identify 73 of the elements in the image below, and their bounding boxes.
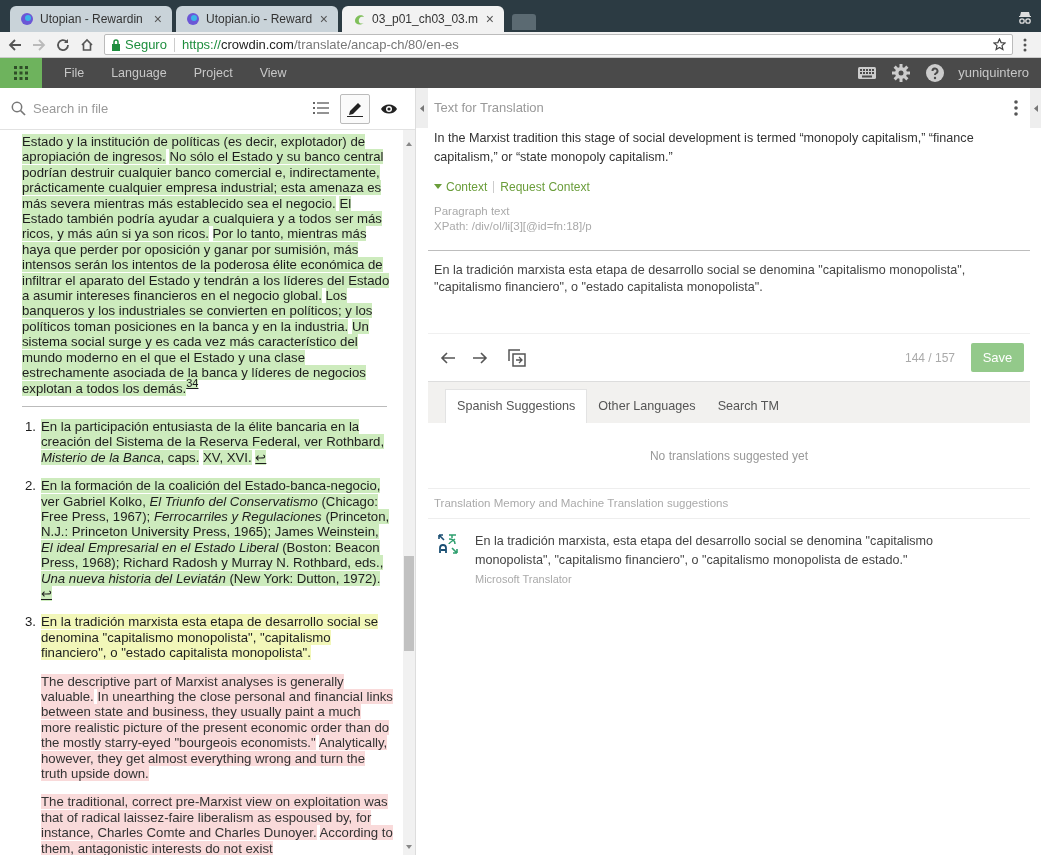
back-link[interactable]: ↩ [255,449,267,465]
footnote-text: En la participación entusiasta de la élite bancaria en la creación del Sistema de la Reserva Federal, ver Rothbard, Misterio de la Banca, caps. XV, XVI. ↩ [41,418,386,466]
source-text: In the Marxist tradition this stage of social development is termed “monopoly capitalism,” “finance capitalism,” or “state monopoly capitalism.” [434,130,975,166]
search-field[interactable]: Search in file [33,98,233,119]
context-info: XPath: /div/ol/li[3][@id=fn:18]/p [434,219,593,234]
footnote-text: En la tradición marxista esta etapa de desarrollo social se denomina "capitalismo monopolista", "capitalismo financiero", o "estado capitalista monopolista". [41,614,380,661]
suggestion-tab[interactable]: Spanish Suggestions [445,389,588,423]
favicon-icon [186,12,200,26]
caret-down-icon [434,184,442,190]
more-options-icon[interactable] [1014,100,1018,116]
section-title: Translation Memory and Machine Translation suggestions [434,495,729,511]
tab-title: Utopian - Rewardin [40,11,144,28]
list-view-icon [313,100,329,117]
copy-source-icon[interactable] [508,348,526,367]
paragraph-text: Estado y la institución de políticas (es decir, explotador) de apropiación de ingresos. No sólo el Estado y su banco central podrían destruir cualquier banco comercial e, indirectamente, prácticamente cualquier empresa industrial; esta amenaza es más severa mientras más establecido sea el negocio. El Estado también podría ayudar a cualquiera y a todos ser más ricos, y más aún si ya son ricos. Por lo tanto, mientras más haya que perder por oposición y ganar por sumisión, más intensos serán los intentos de la poderosa élite económica de infiltrar el aparato del Estado y tendrán a los líderes del Estado a asumir intereses financieros en el negocio global. Los banqueros y los industriales se convierten en políticos; y los políticos toman posiciones en la banca y en la industria. Un sistema social surge y es cada vez más característico del mundo moderno en el que el Estado y una clase estrechamente asociada de la banca y líderes de negocios explotan a todos los demás.$^{34}$ [22,134,391,396]
browser-tab[interactable]: 03_p01_ch03_03.m × [342,6,504,32]
tab-title: Utopian.io - Reward [206,11,314,28]
scrollbar-thumb[interactable] [404,556,414,651]
menu-item[interactable]: View [259,63,287,83]
close-tab-button[interactable]: × [485,8,494,30]
scroll-down-icon[interactable] [406,845,412,849]
context-info: Paragraph text [434,204,511,219]
note-number: 3. [24,614,37,632]
collapse-right-icon[interactable] [1033,104,1038,112]
url-text: https://crowdin.com/translate/ancap-ch/80/en-es [181,35,459,54]
character-counter: 144 / 157 [904,349,955,367]
tab-title: 03_p01_ch03_03.m [372,11,480,28]
menu-item[interactable]: File [64,63,85,83]
keyboard-icon[interactable] [858,67,877,79]
view-mode-button[interactable] [340,93,370,124]
grid-icon [14,66,28,80]
settings-icon[interactable] [892,64,911,82]
menu-item[interactable]: Language [111,63,167,83]
browser-tab[interactable]: Utopian.io - Reward × [176,6,338,32]
footnote-text: The descriptive part of Marxist analyses is generally valuable. In unearthing the close personal and financial links between state and business, they usually paint a much more realistic picture of the present economic order than do the mostly starry-eyed "bourgeois economists." Analytically, however, they get almost everything wrong and turn the truth upside down. [41,673,393,782]
search-icon [11,101,26,116]
back-icon[interactable] [8,37,22,52]
security-label: Seguro [125,35,167,54]
panel-title: Text for Translation [434,99,545,118]
address-field[interactable]: Seguro https://crowdin.com/translate/ancap-ch/80/en-es [104,34,1013,55]
suggestion-tab[interactable]: Other Languages [587,389,707,423]
empty-message: No translations suggested yet [428,423,1030,489]
note-number: 2. [24,478,37,496]
footnote-link[interactable]: 34 [186,377,199,389]
apps-grid-button[interactable] [0,58,42,88]
menu-item[interactable]: Project [193,63,233,83]
favicon-icon [352,12,366,26]
bookmark-star-icon[interactable] [993,38,1006,51]
pencil-icon [347,100,363,117]
suggestion-tab[interactable]: Search TM [706,389,790,423]
suggestion-source: Microsoft Translator [475,572,573,587]
arrow-left-icon[interactable] [440,350,456,365]
reload-icon[interactable] [56,37,70,52]
footnote-text: The traditional, correct pre-Marxist view on exploitation was that of radical laissez-faire liberalism as espoused by, for instance, Charles Comte and Charles Dunoyer. According to them, antagonistic interests do not exist [41,794,393,855]
note-number: 1. [24,418,37,436]
translate-icon [438,534,458,554]
arrow-right-icon[interactable] [472,350,488,365]
suggestion-text[interactable]: En la tradición marxista, esta etapa del desarrollo social se denomina "capitalismo monopolista", "capitalismo financiero", o "capitalismo monopolista de estado." [475,532,1010,570]
translation-field[interactable]: En la tradición marxista esta etapa de desarrollo social se denomina "capitalismo monopolista", "capitalismo financiero", o "estado capitalista monopolista". [428,251,1030,333]
favicon-icon [20,12,34,26]
collapse-left-icon[interactable] [420,104,424,112]
browser-tab[interactable]: Utopian - Rewardin × [10,6,172,32]
user-name[interactable]: yuniquintero [958,63,1029,83]
home-icon[interactable] [80,37,94,52]
help-icon[interactable] [926,64,945,82]
incognito-icon [1017,10,1033,24]
close-tab-button[interactable]: × [319,8,328,30]
close-tab-button[interactable]: × [153,8,162,30]
lock-icon [111,38,121,51]
footnote-text: En la formación de la coalición del Estado-banca-negocio, ver Gabriel Kolko, El Triunfo del Conservatismo (Chicago: Free Press, 1967); Ferrocarriles y Regulaciones (Princeton, N.J.: Princeton University Press, 1965); James Weinstein, El ideal Empresarial en el Estado Liberal (Boston: Beacon Press, 1968); Richard Radosh y Murray N. Rothbard, eds., Una nueva historia del Leviatán (New York: Dutton, 1972). ↩ [41,478,391,602]
menu-icon[interactable] [1023,37,1027,52]
scroll-up-icon[interactable] [406,142,412,146]
back-link[interactable]: ↩ [41,585,52,601]
